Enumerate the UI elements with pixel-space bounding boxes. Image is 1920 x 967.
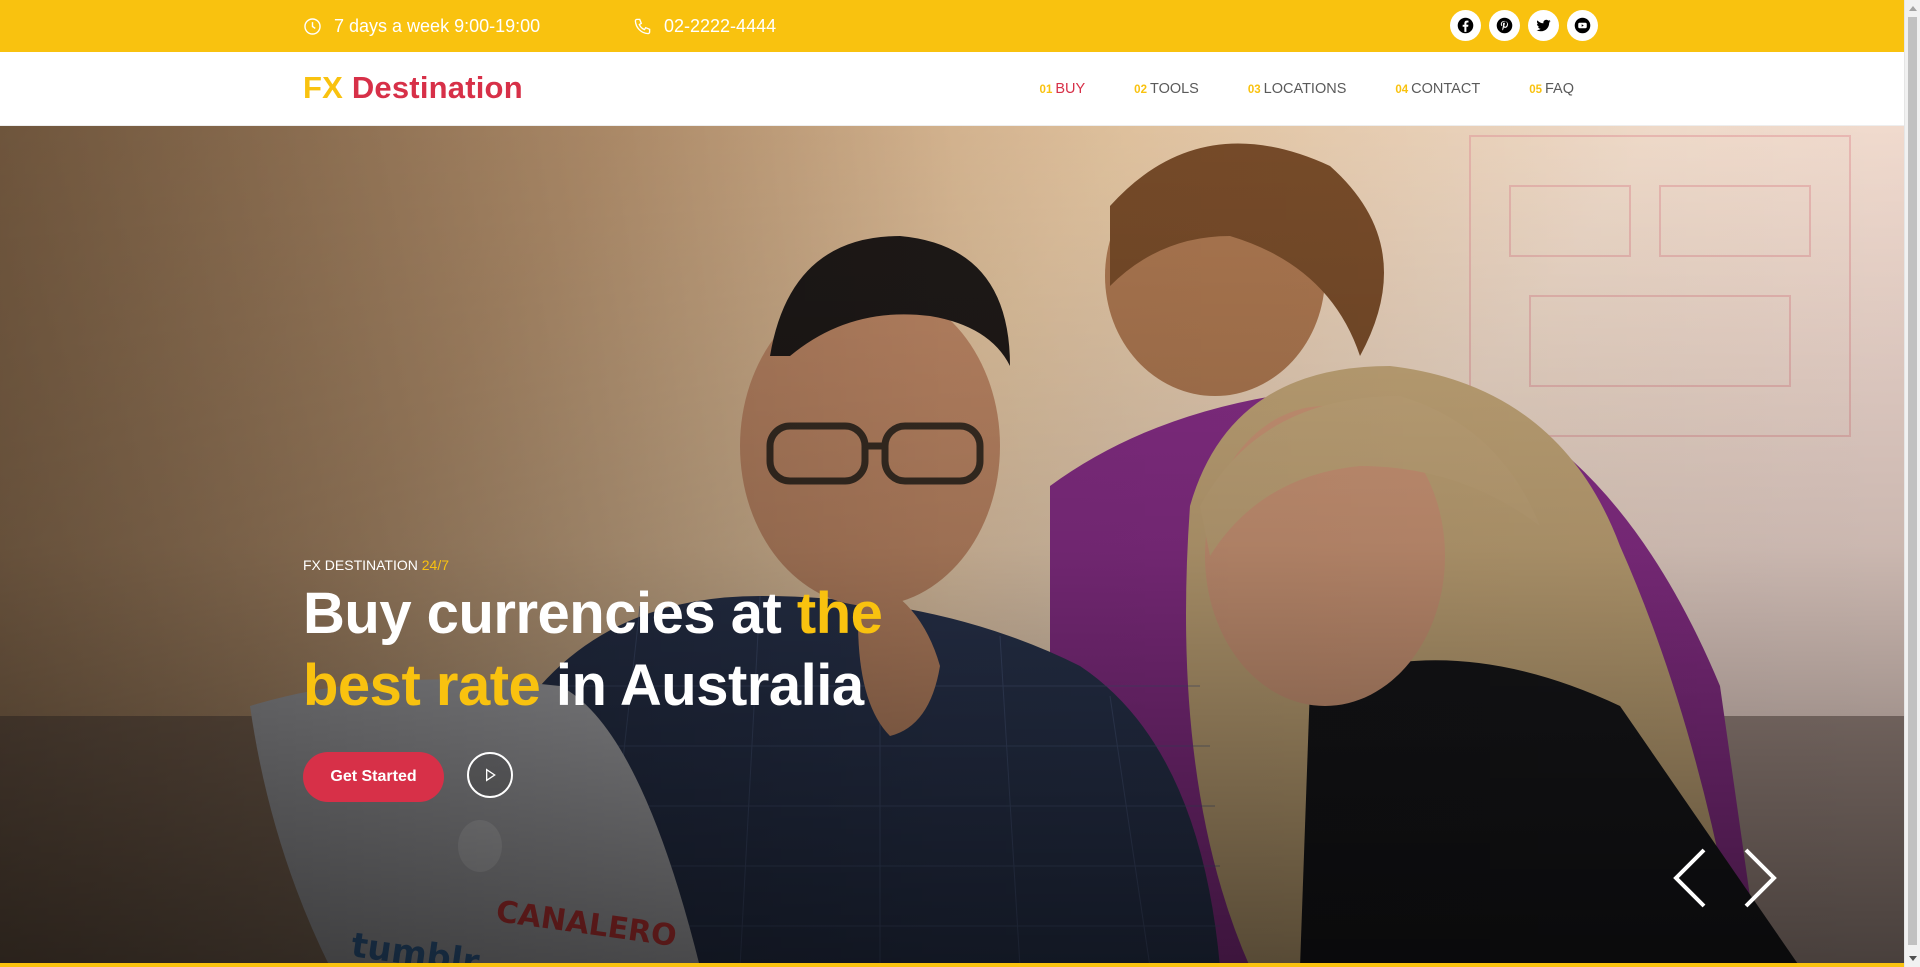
nav-item-buy[interactable]: 01 BUY xyxy=(1040,81,1086,97)
hero-eyebrow: FX DESTINATION 24/7 xyxy=(303,557,449,573)
twitter-link[interactable] xyxy=(1528,10,1559,41)
scroll-down-arrow-icon xyxy=(1909,956,1917,961)
facebook-link[interactable] xyxy=(1450,10,1481,41)
nav-item-label[interactable]: LOCATIONS xyxy=(1264,81,1347,97)
scroll-up-arrow-icon xyxy=(1909,6,1917,11)
nav-item-label[interactable]: BUY xyxy=(1055,81,1085,97)
nav-item-number: 02 xyxy=(1134,84,1147,96)
site-logo[interactable]: FX Destination xyxy=(303,70,523,106)
hero-background-photo: tumblr. CANALERO xyxy=(0,126,1904,967)
pinterest-icon xyxy=(1496,17,1513,34)
hero-eyebrow-highlight: 24/7 xyxy=(421,557,449,573)
hours-text: 7 days a week 9:00-19:00 xyxy=(334,15,541,36)
top-info-bar: 7 days a week 9:00-19:00 02-2222-4444 xyxy=(0,0,1904,52)
phone-icon xyxy=(634,18,651,34)
pinterest-link[interactable] xyxy=(1489,10,1520,41)
social-links xyxy=(1450,10,1598,41)
hero-headline: Buy currencies at the best rate in Austr… xyxy=(303,578,923,722)
logo-fx[interactable]: FX xyxy=(303,70,343,105)
nav-item-contact[interactable]: 04 CONTACT xyxy=(1395,81,1480,97)
nav-item-number: 01 xyxy=(1039,84,1053,96)
chevron-left-icon xyxy=(1673,848,1706,908)
scrollbar-thumb[interactable] xyxy=(1908,17,1917,945)
twitter-icon xyxy=(1536,19,1551,32)
hero-eyebrow-text: FX DESTINATION xyxy=(303,557,418,573)
nav-item-number: 03 xyxy=(1247,84,1261,96)
slider-prev-button[interactable] xyxy=(1670,846,1710,910)
youtube-link[interactable] xyxy=(1567,10,1598,41)
logo-destination[interactable]: Destination xyxy=(352,70,523,105)
site-header: FX Destination 01 BUY 02 TOOLS 03 LOCATI… xyxy=(0,52,1904,126)
hero-bottom-accent-line xyxy=(0,963,1904,967)
nav-item-number: 04 xyxy=(1395,84,1409,96)
page-scrollbar[interactable] xyxy=(1904,0,1920,967)
get-started-button[interactable]: Get Started xyxy=(303,752,444,802)
nav-item-faq[interactable]: 05 FAQ xyxy=(1529,81,1574,97)
phone-text[interactable]: 02-2222-4444 xyxy=(664,16,776,37)
slider-next-button[interactable] xyxy=(1740,846,1780,910)
nav-item-label[interactable]: TOOLS xyxy=(1150,81,1199,97)
nav-item-label[interactable]: CONTACT xyxy=(1411,81,1480,97)
nav-item-number: 05 xyxy=(1529,84,1542,96)
nav-item-label[interactable]: FAQ xyxy=(1545,81,1574,97)
opening-hours: 7 days a week 9:00-19:00 xyxy=(303,0,540,52)
scroll-up-button[interactable] xyxy=(1905,0,1920,16)
headline-part-2: in Australia xyxy=(540,653,864,718)
nav-item-locations[interactable]: 03 LOCATIONS xyxy=(1248,81,1347,97)
main-nav: 01 BUY 02 TOOLS 03 LOCATIONS 04 CONTACT … xyxy=(1040,52,1574,126)
play-icon xyxy=(486,768,496,782)
youtube-icon xyxy=(1574,17,1591,34)
scroll-down-button[interactable] xyxy=(1905,951,1920,967)
play-video-button[interactable] xyxy=(467,752,513,798)
headline-part-1: Buy currencies at xyxy=(303,581,797,646)
facebook-icon xyxy=(1457,17,1474,34)
phone-number[interactable]: 02-2222-4444 xyxy=(633,0,776,52)
clock-icon xyxy=(304,17,321,35)
hero-slider: tumblr. CANALERO FX DESTINATION 24/7 Buy… xyxy=(0,126,1904,967)
nav-item-tools[interactable]: 02 TOOLS xyxy=(1134,81,1199,97)
chevron-right-icon xyxy=(1744,848,1777,908)
